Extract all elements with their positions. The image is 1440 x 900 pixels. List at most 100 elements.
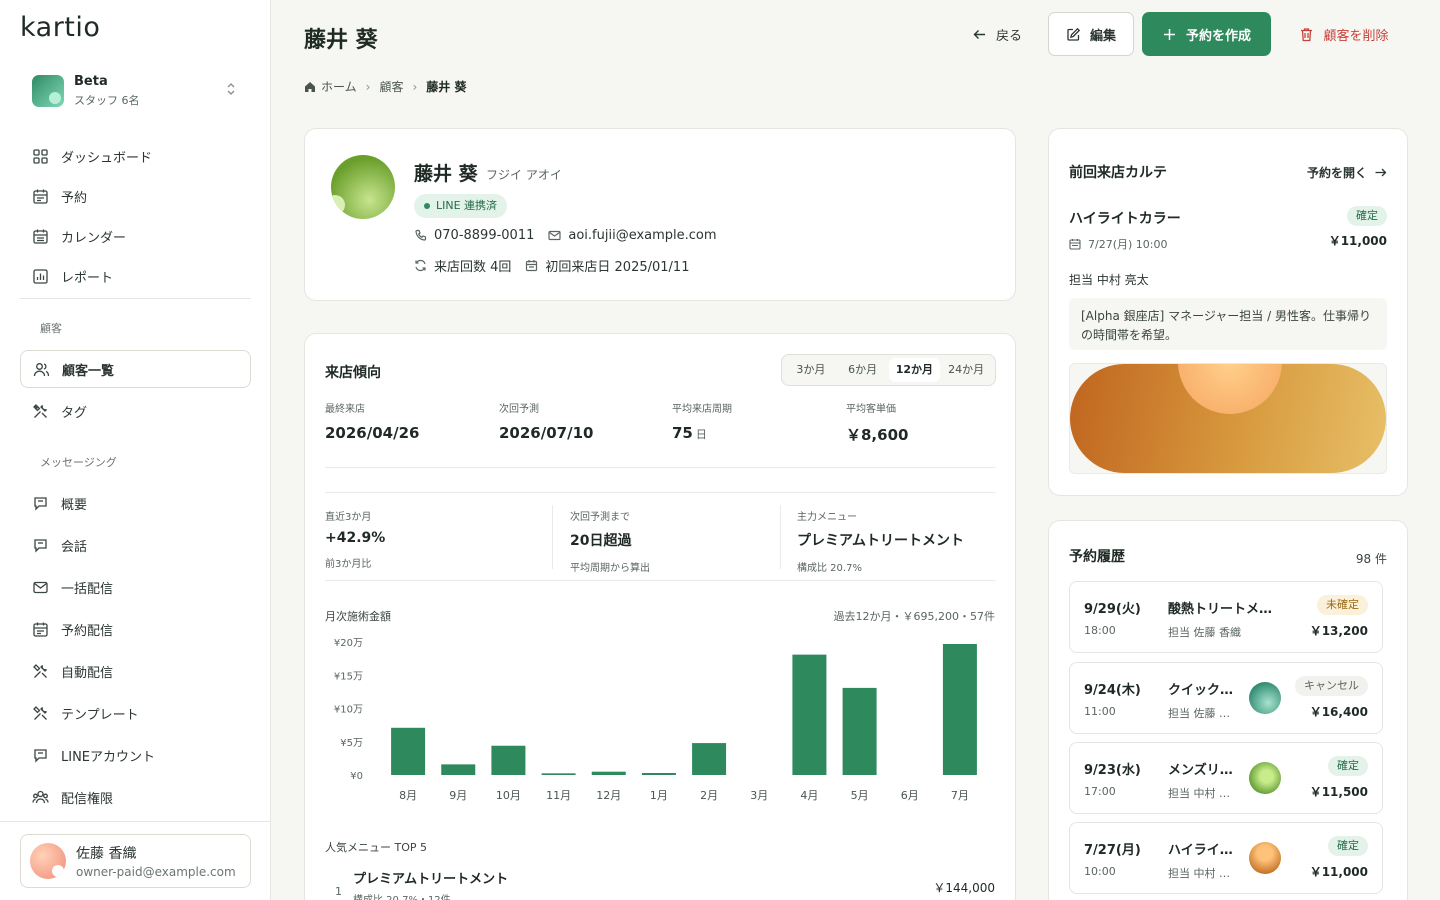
stat-value: 2026/07/10: [499, 424, 594, 442]
sidebar-item-templates[interactable]: テンプレート: [20, 694, 251, 732]
sidebar-item-label: レポート: [61, 270, 114, 286]
history-staff: 担当 中村 亮太: [1168, 787, 1236, 800]
x-tick-label: 7月: [951, 789, 969, 802]
sidebar-item-reports[interactable]: レポート: [20, 257, 251, 295]
visit-trend-card: 来店傾向 3か月 6か月 12か月 24か月 最終来店 2026/04/26 次…: [304, 333, 1016, 900]
sidebar-item-delivery-permissions[interactable]: 配信権限: [20, 778, 251, 816]
open-reservation-link[interactable]: 予約を開く: [1307, 164, 1387, 181]
chart-bar[interactable]: [591, 771, 626, 775]
status-badge: 確定: [1347, 206, 1387, 226]
users-icon: [33, 361, 50, 378]
chart-bar[interactable]: [792, 654, 827, 775]
chart-bar[interactable]: [491, 745, 526, 775]
menu-thumbnail: [1249, 682, 1281, 714]
sidebar-item-customer-list[interactable]: 顧客一覧: [20, 350, 251, 388]
history-staff: 担当 佐藤 香織: [1168, 707, 1236, 720]
chart-bar[interactable]: [391, 727, 426, 775]
chat-icon: [32, 747, 49, 764]
sidebar-item-broadcast[interactable]: 一括配信: [20, 568, 251, 606]
sidebar-item-label: 予約: [61, 190, 88, 206]
user-menu[interactable]: 佐藤 香織 owner-paid@example.com: [20, 834, 251, 888]
chart-bar[interactable]: [441, 764, 476, 775]
user-name: 佐藤 香織: [76, 846, 137, 862]
sidebar-item-tags[interactable]: タグ: [20, 392, 251, 430]
history-date: 7/27(月): [1084, 843, 1141, 858]
sidebar-item-auto-delivery[interactable]: 自動配信: [20, 652, 251, 690]
history-time: 11:00: [1084, 705, 1116, 718]
phone-icon: [414, 229, 427, 242]
edit-button[interactable]: 編集: [1048, 12, 1134, 56]
chart-icon: [32, 268, 49, 285]
kpi-value: +42.9%: [325, 530, 386, 546]
refresh-icon: [414, 259, 427, 272]
history-row[interactable]: 9/24(木) 11:00 クイックカット 担当 佐藤 香織 キャンセル ￥16…: [1069, 662, 1383, 734]
sidebar-item-overview[interactable]: 概要: [20, 484, 251, 522]
visit-count: 来店回数 4回: [434, 260, 512, 275]
chart-summary: 過去12か月・￥695,200・57件: [833, 610, 995, 623]
tools-icon: [32, 403, 49, 420]
history-price: ￥16,400: [1309, 705, 1368, 719]
chart-bar[interactable]: [541, 773, 576, 775]
sidebar-item-reservations[interactable]: 予約: [20, 177, 251, 215]
y-tick-label: ¥5万: [340, 738, 363, 749]
breadcrumb-customers[interactable]: 顧客: [379, 78, 403, 95]
delete-customer-button[interactable]: 顧客を削除: [1284, 12, 1404, 56]
popular-menu-name: プレミアムトリートメント: [353, 872, 509, 887]
kpi-sub: 構成比 20.7%: [797, 563, 862, 574]
chart-bar[interactable]: [641, 773, 676, 775]
first-visit-date: 初回来店日 2025/01/11: [545, 260, 690, 275]
history-row[interactable]: 7/27(月) 10:00 ハイライトカラー 担当 中村 亮太 確定 ￥11,0…: [1069, 822, 1383, 894]
sidebar-item-label: 予約配信: [61, 623, 114, 639]
range-6m[interactable]: 6か月: [837, 358, 889, 382]
mail-icon: [32, 579, 49, 596]
divider: [552, 505, 553, 569]
calendar-icon: [32, 188, 49, 205]
divider: [325, 492, 996, 493]
org-switcher[interactable]: Beta スタッフ 6名: [20, 64, 250, 118]
sidebar-item-dashboard[interactable]: ダッシュボード: [20, 137, 251, 175]
breadcrumb-home[interactable]: ホーム: [321, 78, 357, 95]
sidebar-item-calendar[interactable]: カレンダー: [20, 217, 251, 255]
customer-email[interactable]: aoi.fujii@example.com: [568, 228, 716, 243]
sidebar-item-conversations[interactable]: 会話: [20, 526, 251, 564]
chart-bar[interactable]: [942, 643, 977, 775]
avatar: [30, 843, 66, 879]
menu-thumbnail: [1249, 842, 1281, 874]
chevron-right-icon: ›: [412, 79, 418, 94]
chart-bar[interactable]: [842, 687, 877, 775]
popular-rank: 1: [335, 885, 342, 898]
tools-icon: [32, 705, 49, 722]
stat-label: 平均来店周期: [672, 404, 732, 415]
stat-value: ￥8,600: [846, 426, 909, 444]
status-badge: 確定: [1328, 756, 1368, 776]
last-visit-datetime: 7/27(月) 10:00: [1088, 238, 1168, 251]
karte-photo[interactable]: [1069, 363, 1387, 474]
stat-value: 75: [672, 424, 693, 442]
app-logo[interactable]: kartio: [20, 12, 100, 43]
history-time: 10:00: [1084, 865, 1116, 878]
visit-info-row: 来店回数 4回 初回来店日 2025/01/11: [414, 256, 689, 275]
back-button[interactable]: 戻る: [960, 12, 1034, 56]
create-reservation-button[interactable]: 予約を作成: [1142, 12, 1271, 56]
users-icon: [32, 789, 49, 806]
chat-icon: [32, 495, 49, 512]
y-tick-label: ¥20万: [334, 638, 363, 649]
history-row[interactable]: 9/29(火) 18:00 酸熱トリートメント 担当 佐藤 香織 未確定 ￥13…: [1069, 581, 1383, 653]
customer-phone[interactable]: 070-8899-0011: [434, 228, 534, 243]
chart-bar[interactable]: [692, 743, 727, 775]
sidebar-item-label: 自動配信: [61, 665, 114, 681]
last-visit-title: 前回来店カルテ: [1069, 165, 1167, 181]
history-row[interactable]: 9/23(水) 17:00 メンズリタッチ 担当 中村 亮太 確定 ￥11,50…: [1069, 742, 1383, 814]
photo-highlight: [1178, 364, 1282, 414]
sidebar-item-line-accounts[interactable]: LINEアカウント: [20, 736, 251, 774]
range-12m[interactable]: 12か月: [888, 358, 941, 382]
arrow-right-icon: [1375, 168, 1387, 177]
sidebar-item-label: テンプレート: [61, 707, 139, 723]
last-visit-menu: ハイライトカラー: [1069, 211, 1181, 227]
create-reservation-label: 予約を作成: [1185, 28, 1251, 44]
range-24m[interactable]: 24か月: [940, 358, 992, 382]
range-3m[interactable]: 3か月: [785, 358, 837, 382]
sidebar-item-scheduled-delivery[interactable]: 予約配信: [20, 610, 251, 648]
customer-name: 藤井 葵: [414, 163, 478, 185]
grid-icon: [32, 148, 49, 165]
